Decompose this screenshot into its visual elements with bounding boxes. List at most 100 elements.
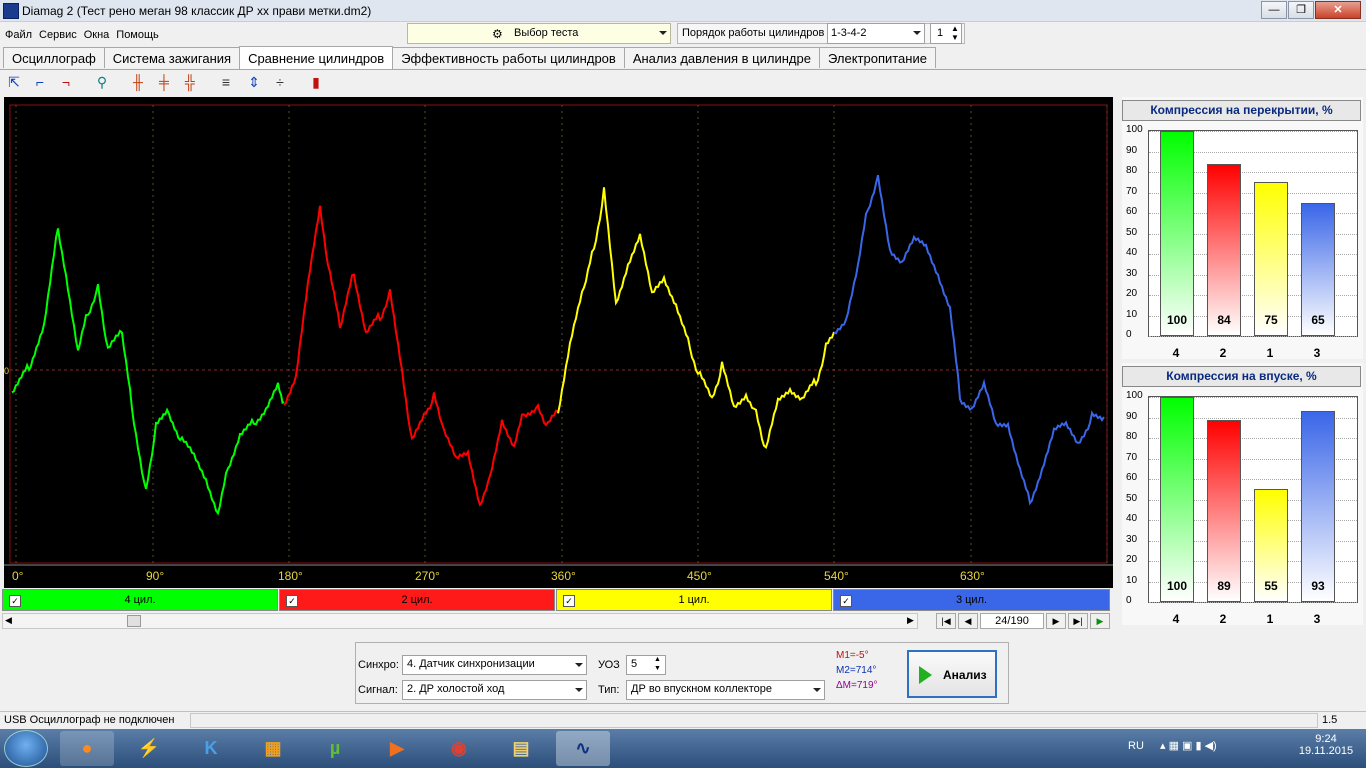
cylinder-4-toggle[interactable]: ✓ 4 цил. xyxy=(2,589,278,611)
tab-bar: Осциллограф Система зажигания Сравнение ци… xyxy=(3,46,936,69)
scroll-thumb[interactable] xyxy=(127,615,141,627)
y-tick-label: 50 xyxy=(1126,226,1138,238)
uoz-stepper[interactable]: 5 ▲ ▼ xyxy=(626,655,666,675)
y-tick-label: 80 xyxy=(1126,165,1138,176)
cursor-a-icon[interactable]: ╫ xyxy=(128,72,148,92)
scroll-right-icon[interactable]: ▶ xyxy=(907,615,914,626)
cylinder-1-checkbox[interactable]: ✓ xyxy=(563,595,575,607)
tab-oscilloscope[interactable]: Осциллограф xyxy=(3,47,105,68)
minimize-button[interactable]: — xyxy=(1261,1,1287,19)
oscilloscope-display[interactable]: 0 xyxy=(4,97,1113,566)
menu-bar: Файл Сервис Окна Помощь xyxy=(0,24,161,44)
cylinder-4-checkbox[interactable]: ✓ xyxy=(9,595,21,607)
y-tick-label: 60 xyxy=(1126,472,1138,483)
cylinder-4-label: 4 цил. xyxy=(124,594,156,606)
grid-vertical xyxy=(15,105,1108,563)
analyze-button[interactable]: Анализ xyxy=(907,650,997,698)
bar-chart-icon[interactable]: ▮ xyxy=(306,72,326,92)
bar-cyl-2: 89 xyxy=(1207,419,1241,602)
tray-language[interactable]: RU xyxy=(1128,740,1144,752)
menu-help[interactable]: Помощь xyxy=(111,24,161,41)
cylinder-2-toggle[interactable]: ✓ 2 цил. xyxy=(279,589,555,611)
lightning-app-icon[interactable]: ⚡ xyxy=(122,731,176,766)
cylinder-1-toggle[interactable]: ✓ 1 цил. xyxy=(556,589,832,611)
panel-title: Компрессия на впуске, % xyxy=(1122,366,1361,387)
horizontal-scrollbar[interactable]: ◀ ▶ xyxy=(2,613,918,629)
menu-windows[interactable]: Окна xyxy=(79,24,112,41)
menu-file[interactable]: Файл xyxy=(0,24,34,41)
last-frame-icon[interactable]: ▶| xyxy=(1068,613,1088,629)
maximize-button[interactable]: ❐ xyxy=(1288,1,1314,19)
y-tick-label: 30 xyxy=(1126,267,1138,279)
y-tick-label: 0 xyxy=(1126,595,1132,606)
grid-line xyxy=(1149,336,1357,337)
cylinder-2-checkbox[interactable]: ✓ xyxy=(286,595,298,607)
cylinder-3-toggle[interactable]: ✓ 3 цил. xyxy=(833,589,1110,611)
zero-label: 0 xyxy=(4,366,9,376)
play-icon xyxy=(919,666,932,684)
order-select[interactable]: 1-3-4-2 xyxy=(827,23,925,44)
first-frame-icon[interactable]: |◀ xyxy=(936,613,956,629)
bar-value: 65 xyxy=(1311,313,1325,327)
uoz-label: УОЗ xyxy=(598,659,620,671)
sync-select[interactable]: 4. Датчик синхронизации xyxy=(402,655,587,675)
x-tick-label: 3 xyxy=(1313,612,1321,626)
tab-cylinder-efficiency[interactable]: Эффективность работы цилиндров xyxy=(392,47,625,68)
stepper-up-icon[interactable]: ▲ xyxy=(654,656,661,663)
utorrent-icon[interactable]: µ xyxy=(308,731,362,766)
y-tick-label: 20 xyxy=(1126,288,1138,299)
menu-service[interactable]: Сервис xyxy=(34,24,79,41)
cylinder-3-checkbox[interactable]: ✓ xyxy=(840,595,852,607)
tab-cylinder-compare[interactable]: Сравнение цилиндров xyxy=(239,46,394,69)
close-button[interactable]: ✕ xyxy=(1315,1,1361,19)
cursor-b-icon[interactable]: ╪ xyxy=(154,72,174,92)
test-select-dropdown[interactable]: ⚙ Выбор теста xyxy=(407,23,671,44)
horizontal-scale-icon[interactable]: ÷ xyxy=(270,72,290,92)
stepper-down-icon[interactable]: ▼ xyxy=(654,665,661,672)
k-app-icon[interactable]: K xyxy=(184,731,238,766)
signal-select[interactable]: 2. ДР холостой ход xyxy=(402,680,587,700)
marker-delta: ΔM=719° xyxy=(836,680,878,691)
cylinder-3-label: 3 цил. xyxy=(955,594,988,606)
cylinder-stepper[interactable]: 1 ▲ ▼ xyxy=(930,23,962,44)
cursor-c-icon[interactable]: ╬ xyxy=(180,72,200,92)
firefox-icon[interactable]: ● xyxy=(60,731,114,766)
y-tick-label: 40 xyxy=(1126,247,1138,258)
blocks-app-icon[interactable]: ▦ xyxy=(246,731,300,766)
type-select[interactable]: ДР во впускном коллекторе xyxy=(626,680,825,700)
play-icon[interactable]: ▶ xyxy=(1090,613,1110,629)
vertical-scale-icon[interactable]: ⇕ xyxy=(244,72,264,92)
falling-edge-icon[interactable]: ¬ xyxy=(56,72,76,92)
tab-ignition[interactable]: Система зажигания xyxy=(103,47,241,68)
test-select-label: Выбор теста xyxy=(514,27,579,39)
scroll-left-icon[interactable]: ◀ xyxy=(5,615,12,626)
probe-icon[interactable]: ⚲ xyxy=(92,72,112,92)
x-tick-label: 2 xyxy=(1219,346,1227,360)
tab-pressure-analysis[interactable]: Анализ давления в цилиндре xyxy=(623,47,820,68)
degree-tick: 450° xyxy=(687,569,712,583)
degree-tick: 540° xyxy=(824,569,849,583)
overlap-compression-panel: Компрессия на перекрытии, % 100 90 80 70 60 5… xyxy=(1122,97,1363,360)
x-tick-label: 4 xyxy=(1172,612,1180,626)
next-frame-icon[interactable]: ▶ xyxy=(1046,613,1066,629)
diamag-app-icon[interactable]: ∿ xyxy=(556,731,610,766)
rising-edge-icon[interactable]: ⌐ xyxy=(30,72,50,92)
cursor-tool-icon[interactable]: ⇱ xyxy=(4,72,24,92)
cylinder-legend: ✓ 4 цил. ✓ 2 цил. ✓ 1 цил. ✓ 3 цил. xyxy=(2,589,1110,611)
tab-underline xyxy=(0,69,1366,70)
prev-frame-icon[interactable]: ◀ xyxy=(958,613,978,629)
chrome-icon[interactable]: ◉ xyxy=(432,731,486,766)
tray-icons[interactable]: ▴ ▦ ▣ ▮ ◀) xyxy=(1160,739,1217,752)
tray-clock[interactable]: 9:24 19.11.2015 xyxy=(1296,733,1356,757)
frame-navigator: |◀ ◀ 24/190 ▶ ▶| ▶ xyxy=(920,613,1110,629)
waveform-cyl-3 xyxy=(833,174,1105,506)
start-button[interactable] xyxy=(4,730,48,767)
y-tick-label: 40 xyxy=(1126,513,1138,524)
signal-label: Сигнал: xyxy=(358,684,398,696)
media-player-icon[interactable]: ▶ xyxy=(370,731,424,766)
explorer-icon[interactable]: ▤ xyxy=(494,731,548,766)
grid-lines-icon[interactable]: ≡ xyxy=(216,72,236,92)
stepper-down-icon[interactable]: ▼ xyxy=(951,33,959,42)
stepper-up-icon[interactable]: ▲ xyxy=(951,24,959,33)
tab-power[interactable]: Электропитание xyxy=(818,47,936,68)
